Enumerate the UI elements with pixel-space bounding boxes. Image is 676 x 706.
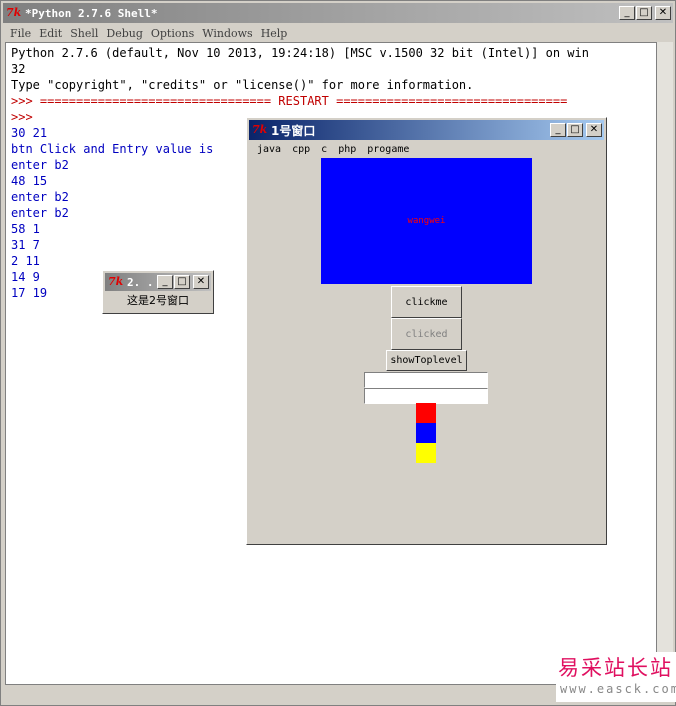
minimize-icon[interactable]: _ bbox=[157, 275, 173, 289]
shell-line: Python 2.7.6 (default, Nov 10 2013, 19:2… bbox=[11, 46, 589, 60]
close-icon[interactable]: ✕ bbox=[655, 6, 671, 20]
close-icon[interactable]: ✕ bbox=[193, 275, 209, 289]
tk-icon: 7k bbox=[108, 275, 124, 288]
menu-help[interactable]: Help bbox=[261, 27, 288, 40]
menu-options[interactable]: Options bbox=[151, 27, 194, 40]
window1-buttons: _ □ ✕ bbox=[549, 123, 602, 137]
yellow-swatch bbox=[416, 443, 436, 463]
shell-title: *Python 2.7.6 Shell* bbox=[25, 6, 158, 20]
menu-debug[interactable]: Debug bbox=[106, 27, 143, 40]
window1-title: 1号窗口 bbox=[271, 123, 316, 138]
close-icon[interactable]: ✕ bbox=[586, 123, 602, 137]
maximize-icon[interactable]: □ bbox=[636, 6, 652, 20]
blue-canvas[interactable]: wangwei bbox=[321, 158, 532, 284]
entry-field-2[interactable] bbox=[364, 388, 488, 404]
menu-c[interactable]: c bbox=[321, 144, 327, 155]
shell-line: 32 bbox=[11, 62, 26, 76]
menu-php[interactable]: php bbox=[338, 144, 356, 155]
window1-titlebar[interactable]: 7k 1号窗口 _ □ ✕ bbox=[249, 120, 604, 140]
window2-buttons: _ □ ✕ bbox=[156, 275, 209, 289]
shell-line: Type "copyright", "credits" or "license(… bbox=[11, 78, 474, 92]
minimize-icon[interactable]: _ bbox=[550, 123, 566, 137]
window1-menubar: java cpp c php progame bbox=[249, 141, 604, 158]
menu-java[interactable]: java bbox=[257, 144, 281, 155]
tk-icon: 7k bbox=[6, 6, 22, 19]
window-1: 7k 1号窗口 _ □ ✕ java cpp c php progame wan… bbox=[246, 117, 607, 545]
blue-swatch bbox=[416, 423, 436, 443]
shell-menubar: File Edit Shell Debug Options Windows He… bbox=[3, 24, 673, 42]
entry-field-1[interactable] bbox=[364, 372, 488, 388]
watermark-url: www.easck.com bbox=[560, 682, 676, 696]
window2-titlebar[interactable]: 7k 2. . . _ □ ✕ bbox=[105, 273, 211, 291]
menu-windows[interactable]: Windows bbox=[202, 27, 252, 40]
show-toplevel-button[interactable]: showToplevel bbox=[386, 350, 467, 371]
watermark: 易采站长站 www.easck.com bbox=[556, 652, 676, 702]
tk-icon: 7k bbox=[252, 123, 268, 136]
menu-edit[interactable]: Edit bbox=[39, 27, 62, 40]
window-2: 7k 2. . . _ □ ✕ 这是2号窗口 bbox=[102, 270, 214, 314]
maximize-icon[interactable]: □ bbox=[174, 275, 190, 289]
clicked-button[interactable]: clicked bbox=[391, 318, 462, 350]
red-swatch bbox=[416, 403, 436, 423]
menu-progame[interactable]: progame bbox=[367, 144, 409, 155]
watermark-title: 易采站长站 bbox=[558, 656, 673, 680]
shell-line: >>> ================================ RES… bbox=[11, 94, 568, 108]
menu-file[interactable]: File bbox=[10, 27, 31, 40]
vertical-scrollbar[interactable] bbox=[657, 42, 673, 685]
maximize-icon[interactable]: □ bbox=[567, 123, 583, 137]
window2-label: 这是2号窗口 bbox=[127, 294, 189, 307]
canvas-text: wangwei bbox=[407, 216, 446, 226]
window2-title: 2. . . bbox=[127, 275, 156, 289]
shell-window-buttons: _ □ ✕ bbox=[618, 6, 671, 20]
minimize-icon[interactable]: _ bbox=[619, 6, 635, 20]
clickme-button[interactable]: clickme bbox=[391, 286, 462, 318]
menu-shell[interactable]: Shell bbox=[70, 27, 98, 40]
shell-titlebar[interactable]: 7k *Python 2.7.6 Shell* _ □ ✕ bbox=[3, 3, 673, 23]
menu-cpp[interactable]: cpp bbox=[292, 144, 310, 155]
